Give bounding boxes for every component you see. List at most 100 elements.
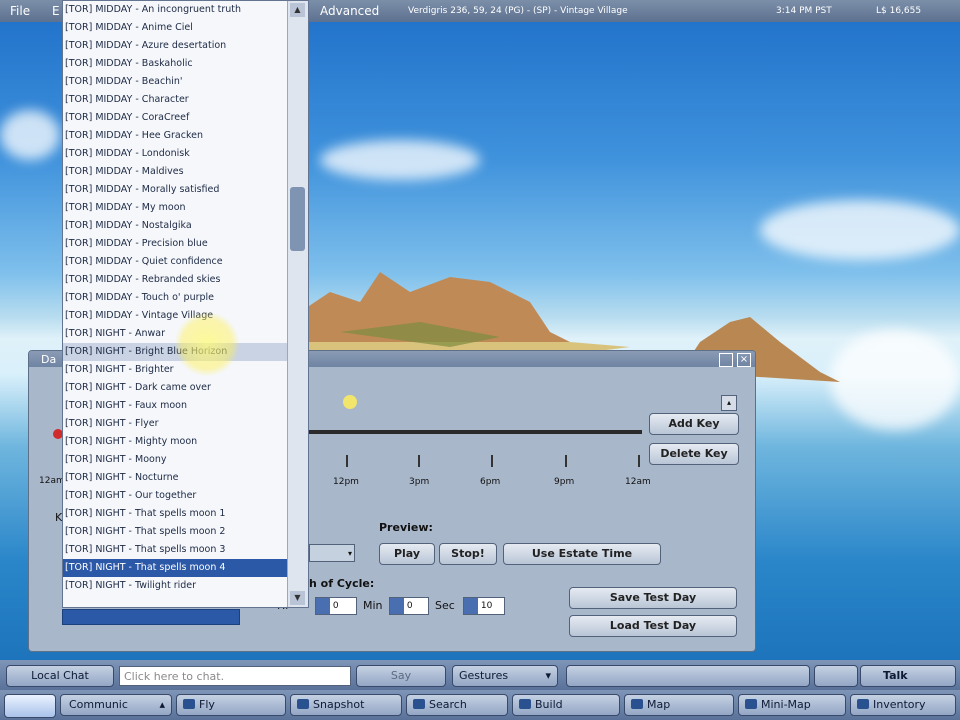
gestures-label: Gestures — [459, 669, 509, 682]
preset-option[interactable]: [TOR] MIDDAY - Quiet confidence — [63, 253, 308, 271]
tick-12am — [638, 455, 640, 467]
time-label: 12pm — [333, 477, 359, 487]
preset-option[interactable]: [TOR] MIDDAY - Nostalgika — [63, 217, 308, 235]
minimap-icon — [745, 699, 757, 709]
build-button[interactable]: Build — [512, 694, 620, 716]
time-label: 3pm — [409, 477, 430, 487]
stop-button[interactable]: Stop! — [439, 543, 497, 565]
preset-option[interactable]: [TOR] NIGHT - Flyer — [63, 415, 308, 433]
preset-select-remnant[interactable]: ▾ — [309, 544, 355, 562]
menu-advanced[interactable]: Advanced — [320, 4, 379, 18]
communicate-toggle[interactable] — [4, 694, 56, 718]
chevron-up-icon: ▴ — [159, 698, 165, 711]
say-button[interactable]: Say — [356, 665, 446, 687]
load-test-day-button[interactable]: Load Test Day — [569, 615, 737, 637]
use-estate-time-button[interactable]: Use Estate Time — [503, 543, 661, 565]
second-spinner[interactable]: 10 — [463, 597, 505, 615]
minimap-label: Mini-Map — [761, 698, 811, 711]
min-label: Min — [363, 599, 383, 612]
tick-12pm — [346, 455, 348, 467]
preset-option[interactable]: [TOR] NIGHT - Mighty moon — [63, 433, 308, 451]
scroll-down-arrow[interactable]: ▼ — [290, 591, 305, 605]
preset-list: [TOR] MIDDAY - An incongruent truth [TOR]… — [63, 1, 308, 595]
communicate-button[interactable]: Communic ▴ — [60, 694, 172, 716]
add-key-button[interactable]: Add Key — [649, 413, 739, 435]
preset-option[interactable]: [TOR] NIGHT - That spells moon 4 — [63, 559, 308, 577]
talk-button[interactable]: Talk — [860, 665, 956, 687]
map-button[interactable]: Map — [624, 694, 734, 716]
preset-dropdown-list[interactable]: [TOR] MIDDAY - An incongruent truth [TOR]… — [62, 0, 309, 608]
minimize-button[interactable] — [719, 353, 733, 367]
map-label: Map — [647, 698, 671, 711]
cycle-length-label: h of Cycle: — [309, 577, 375, 590]
scroll-up-arrow[interactable]: ▲ — [290, 3, 305, 17]
hour-spinner[interactable]: 0 — [315, 597, 357, 615]
local-chat-button[interactable]: Local Chat — [6, 665, 114, 687]
tick-6pm — [491, 455, 493, 467]
media-controls[interactable] — [566, 665, 810, 687]
floater-title: Da — [41, 353, 57, 366]
menu-file[interactable]: File — [10, 4, 30, 18]
preset-option[interactable]: [TOR] MIDDAY - An incongruent truth — [63, 1, 308, 19]
preset-option[interactable]: [TOR] MIDDAY - Azure desertation — [63, 37, 308, 55]
preset-option[interactable]: [TOR] MIDDAY - Character — [63, 91, 308, 109]
second-value: 10 — [480, 601, 493, 611]
minute-spinner[interactable]: 0 — [389, 597, 429, 615]
scroll-thumb[interactable] — [290, 187, 305, 251]
slider-scroll-arrow[interactable]: ▴ — [721, 395, 737, 411]
time-slider-track[interactable] — [309, 430, 642, 434]
preset-option[interactable]: [TOR] NIGHT - That spells moon 1 — [63, 505, 308, 523]
preset-option[interactable]: [TOR] NIGHT - Moony — [63, 451, 308, 469]
voice-controls[interactable] — [814, 665, 858, 687]
search-button[interactable]: Search — [406, 694, 508, 716]
preset-option[interactable]: [TOR] MIDDAY - Precision blue — [63, 235, 308, 253]
preset-option[interactable]: [TOR] MIDDAY - Rebranded skies — [63, 271, 308, 289]
preset-option[interactable]: [TOR] MIDDAY - Anime Ciel — [63, 19, 308, 37]
build-icon — [519, 699, 531, 709]
preset-option[interactable]: [TOR] MIDDAY - My moon — [63, 199, 308, 217]
save-test-day-button[interactable]: Save Test Day — [569, 587, 737, 609]
preset-option[interactable]: [TOR] NIGHT - That spells moon 2 — [63, 523, 308, 541]
preset-option[interactable]: [TOR] MIDDAY - Baskaholic — [63, 55, 308, 73]
chevron-down-icon: ▾ — [545, 669, 551, 682]
preset-option[interactable]: [TOR] NIGHT - Our together — [63, 487, 308, 505]
minimap-button[interactable]: Mini-Map — [738, 694, 846, 716]
preset-option[interactable]: [TOR] NIGHT - That spells moon 3 — [63, 541, 308, 559]
menu-edit[interactable]: E — [52, 4, 60, 18]
search-icon — [413, 699, 425, 709]
preset-option[interactable]: [TOR] NIGHT - Faux moon — [63, 397, 308, 415]
dropdown-combo-bottom[interactable] — [62, 609, 240, 625]
location-text: Verdigris 236, 59, 24 (PG) - (SP) - Vint… — [408, 6, 628, 16]
preset-option[interactable]: [TOR] NIGHT - Nocturne — [63, 469, 308, 487]
preset-option[interactable]: [TOR] MIDDAY - Morally satisfied — [63, 181, 308, 199]
dropdown-scrollbar[interactable]: ▲ ▼ — [287, 1, 308, 607]
fly-button[interactable]: Fly — [176, 694, 286, 716]
preset-option[interactable]: [TOR] MIDDAY - Beachin' — [63, 73, 308, 91]
inventory-button[interactable]: Inventory — [850, 694, 956, 716]
gestures-dropdown[interactable]: Gestures ▾ — [452, 665, 558, 687]
time-slider-handle[interactable] — [343, 395, 357, 409]
preset-option[interactable]: [TOR] MIDDAY - Touch o' purple — [63, 289, 308, 307]
chat-input[interactable]: Click here to chat. — [119, 666, 351, 686]
time-label: 12am — [625, 477, 651, 487]
preset-option[interactable]: [TOR] MIDDAY - Londonisk — [63, 145, 308, 163]
hour-value: 0 — [332, 601, 339, 611]
tick-9pm — [565, 455, 567, 467]
main-toolbar: Communic ▴ Fly Snapshot Search Build Map … — [0, 690, 960, 720]
delete-key-button[interactable]: Delete Key — [649, 443, 739, 465]
communicate-label: Communic — [69, 698, 128, 711]
snapshot-button[interactable]: Snapshot — [290, 694, 402, 716]
sec-label: Sec — [435, 599, 455, 612]
preset-option[interactable]: [TOR] MIDDAY - CoraCreef — [63, 109, 308, 127]
fly-label: Fly — [199, 698, 215, 711]
preset-option[interactable]: [TOR] MIDDAY - Hee Gracken — [63, 127, 308, 145]
play-button[interactable]: Play — [379, 543, 435, 565]
cursor-highlight — [175, 312, 239, 376]
minute-value: 0 — [406, 601, 413, 611]
time-label: 6pm — [480, 477, 501, 487]
preset-option[interactable]: [TOR] MIDDAY - Maldives — [63, 163, 308, 181]
close-button[interactable]: × — [737, 353, 751, 367]
preset-option[interactable]: [TOR] NIGHT - Dark came over — [63, 379, 308, 397]
preset-option[interactable]: [TOR] NIGHT - Twilight rider — [63, 577, 308, 595]
balance-text[interactable]: L$ 16,655 — [876, 6, 921, 16]
